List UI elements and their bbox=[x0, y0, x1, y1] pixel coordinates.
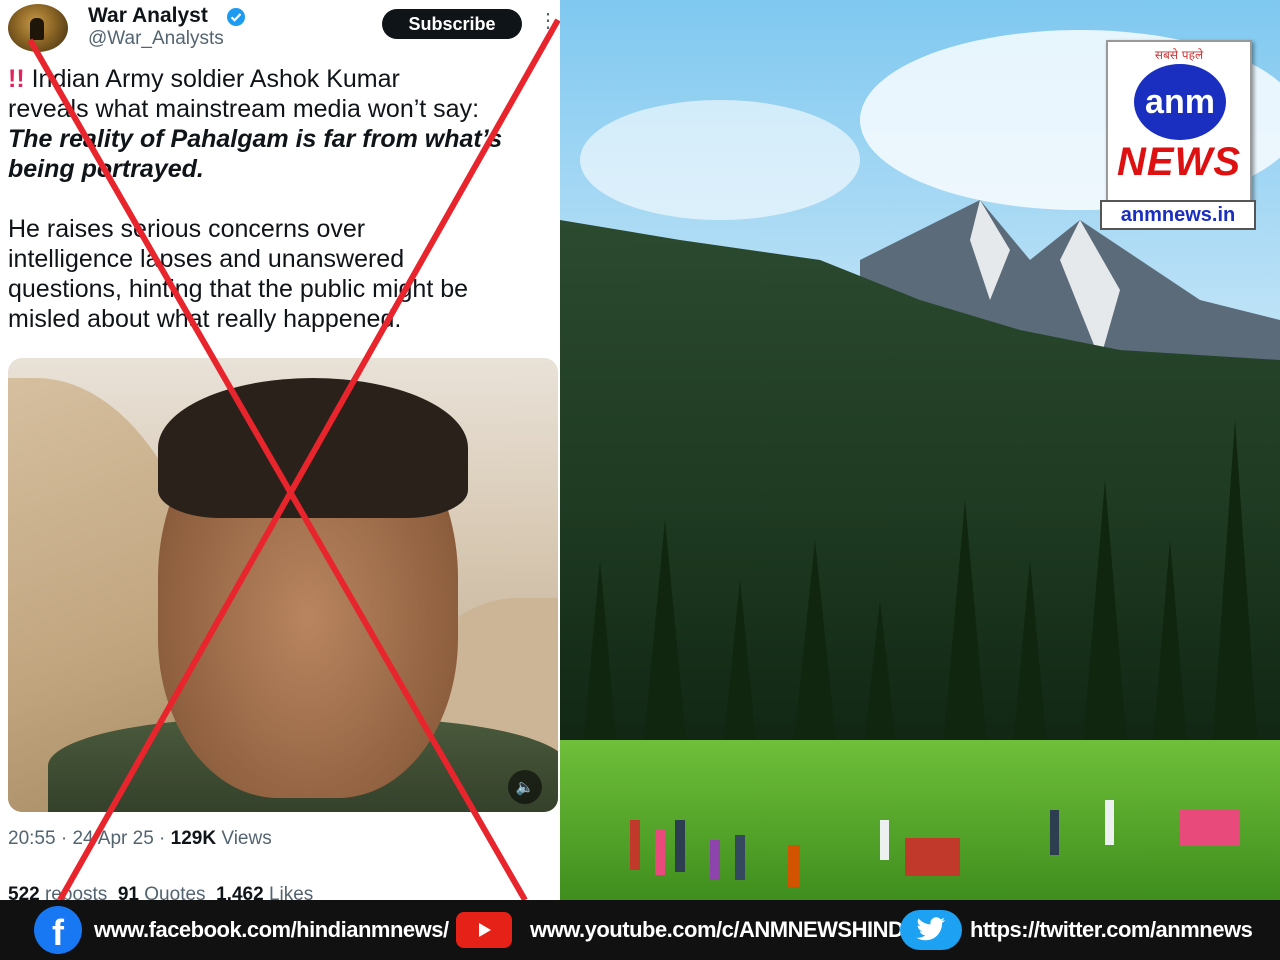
logo-tagline: सबसे पहले bbox=[1154, 48, 1204, 62]
logo-news-text: NEWS bbox=[1117, 140, 1241, 184]
quotes-count[interactable]: 91 bbox=[118, 884, 139, 900]
social-links-bar: f www.facebook.com/hindianmnews/ www.you… bbox=[0, 900, 1280, 960]
site-url[interactable]: anmnews.in bbox=[1100, 200, 1256, 230]
twitter-url[interactable]: https://twitter.com/anmnews bbox=[970, 917, 1253, 943]
double-exclamation-icon: !! bbox=[8, 65, 25, 93]
tweet-line: being portrayed. bbox=[8, 155, 204, 183]
subscribe-button[interactable]: Subscribe bbox=[382, 9, 522, 39]
likes-count[interactable]: 1,462 bbox=[216, 884, 264, 900]
author-avatar[interactable] bbox=[8, 4, 68, 52]
reposts-count[interactable]: 522 bbox=[8, 884, 40, 900]
verified-badge-icon bbox=[227, 8, 245, 26]
tweet-line: questions, hinting that the public might… bbox=[8, 275, 469, 303]
views-count: 129K bbox=[170, 828, 217, 849]
youtube-icon bbox=[456, 912, 512, 948]
logo-brand: anm bbox=[1134, 64, 1226, 140]
reposts-label[interactable]: reposts bbox=[45, 884, 107, 900]
anm-news-logo: सबसे पहले anm NEWS bbox=[1106, 40, 1252, 202]
tweet-meta: 20:55 · 24 Apr 25 · 129K Views bbox=[8, 828, 272, 849]
tweet-line: Indian Army soldier Ashok Kumar bbox=[31, 65, 400, 93]
quotes-label[interactable]: Quotes bbox=[144, 884, 205, 900]
twitter-bird-icon bbox=[900, 910, 962, 950]
author-handle[interactable]: @War_Analysts bbox=[88, 28, 224, 50]
tweet-line: intelligence lapses and unanswered bbox=[8, 245, 405, 273]
tweet-line: He raises serious concerns over bbox=[8, 215, 366, 243]
youtube-url[interactable]: www.youtube.com/c/ANMNEWSHINDI bbox=[530, 917, 909, 943]
facebook-icon: f bbox=[34, 906, 82, 954]
twitter-link[interactable]: https://twitter.com/anmnews bbox=[900, 900, 1253, 960]
tweet-date[interactable]: 24 Apr 25 bbox=[72, 828, 153, 849]
tweet-stats: 522 reposts 91 Quotes 1,462 Likes bbox=[8, 884, 313, 900]
mute-icon[interactable]: 🔈 bbox=[508, 770, 542, 804]
youtube-link[interactable]: www.youtube.com/c/ANMNEWSHINDI bbox=[456, 900, 909, 960]
author-name[interactable]: War Analyst bbox=[88, 4, 208, 28]
tweet-line: reveals what mainstream media won’t say: bbox=[8, 95, 480, 123]
tweet-text: !! Indian Army soldier Ashok Kumar revea… bbox=[8, 64, 556, 334]
more-options-icon[interactable]: ⋮ bbox=[538, 8, 558, 33]
likes-label[interactable]: Likes bbox=[269, 884, 313, 900]
facebook-link[interactable]: f www.facebook.com/hindianmnews/ bbox=[34, 900, 449, 960]
facebook-url[interactable]: www.facebook.com/hindianmnews/ bbox=[94, 917, 449, 943]
tweet-time: 20:55 bbox=[8, 828, 56, 849]
tweet-line: The reality of Pahalgam is far from what… bbox=[8, 125, 503, 153]
views-label: Views bbox=[221, 828, 272, 849]
tweet-card: War Analyst @War_Analysts Subscribe ⋮ !!… bbox=[0, 0, 560, 900]
tweet-line: misled about what really happened. bbox=[8, 305, 402, 333]
tweet-video[interactable]: 🔈 bbox=[8, 358, 558, 812]
